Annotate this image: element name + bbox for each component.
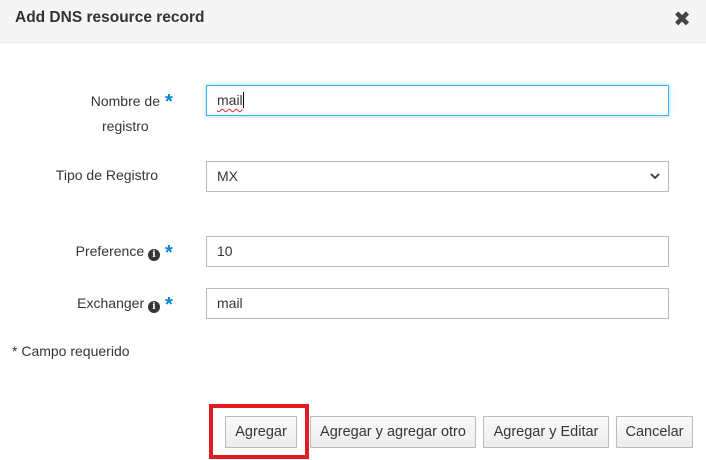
record-name-label: Nombre de registro: [72, 89, 160, 139]
add-edit-button[interactable]: Agregar y Editar: [483, 416, 609, 448]
preference-label: Preference i: [50, 239, 160, 264]
exchanger-label-text: Exchanger: [77, 295, 145, 311]
cancel-button[interactable]: Cancelar: [616, 416, 693, 448]
record-name-input[interactable]: mail: [206, 85, 669, 116]
record-type-selected: MX: [217, 168, 238, 184]
required-field-note: * Campo requerido: [12, 343, 130, 359]
chevron-down-icon: [650, 173, 660, 180]
record-name-label-line2: registro: [102, 118, 149, 134]
exchanger-value: mail: [217, 295, 243, 311]
text-caret: [242, 92, 244, 108]
close-icon[interactable]: ✖: [672, 9, 692, 30]
add-another-button[interactable]: Agregar y agregar otro: [310, 416, 476, 448]
info-icon[interactable]: i: [148, 301, 160, 313]
info-icon[interactable]: i: [148, 249, 160, 261]
highlight-box: [209, 404, 309, 459]
preference-label-text: Preference: [75, 243, 145, 259]
record-name-value: mail: [217, 92, 243, 108]
record-type-select[interactable]: MX: [206, 161, 669, 192]
exchanger-label: Exchanger i: [50, 291, 160, 316]
exchanger-input[interactable]: mail: [206, 288, 669, 319]
dialog-title: Add DNS resource record: [15, 9, 205, 26]
record-name-label-line1: Nombre de: [90, 93, 160, 109]
preference-value: 10: [217, 243, 233, 259]
dialog-header: Add DNS resource record ✖: [0, 0, 706, 43]
preference-input[interactable]: 10: [206, 236, 669, 267]
preference-required-star: *: [165, 242, 173, 264]
exchanger-required-star: *: [165, 294, 173, 316]
record-type-label: Tipo de Registro: [55, 167, 158, 183]
record-name-required-star: *: [165, 91, 173, 113]
